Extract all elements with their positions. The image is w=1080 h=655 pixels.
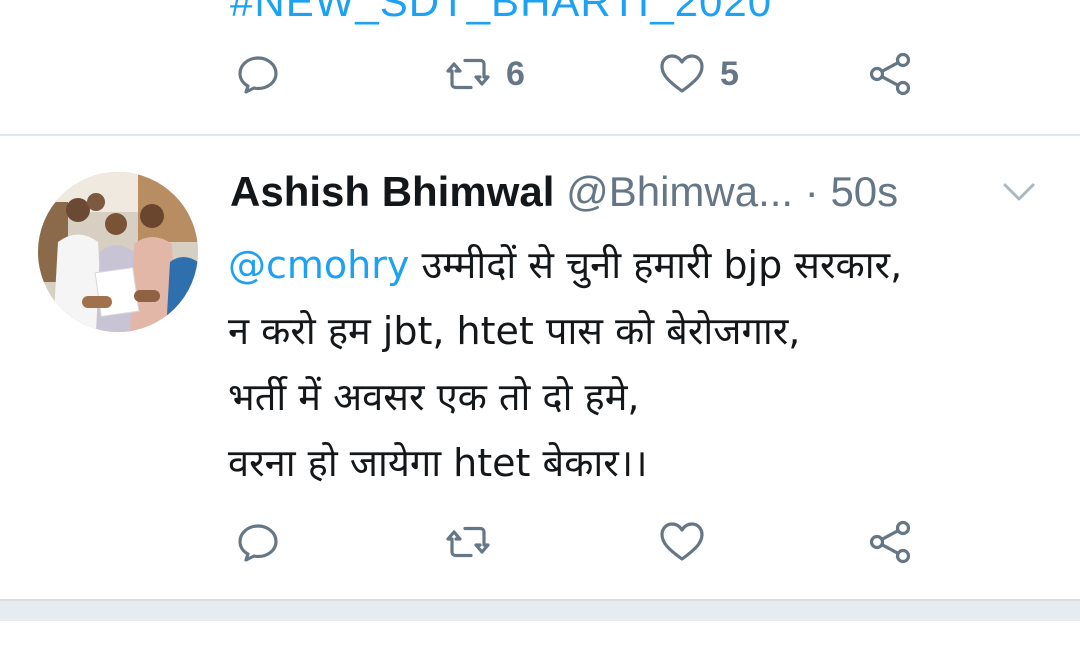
like-count: 5	[720, 54, 739, 93]
heart-icon	[660, 522, 704, 561]
display-name[interactable]: Ashish Bhimwal	[230, 168, 554, 215]
tweet-header: Ashish Bhimwal @Bhimwa... · 50s	[230, 166, 898, 218]
next-tweet-area	[0, 621, 1080, 655]
tweet[interactable]: Ashish Bhimwal @Bhimwa... · 50s @cmohry …	[0, 136, 1080, 600]
tweet-line-3: भर्ती में अवसर एक तो दो हमे,	[228, 375, 640, 419]
retweet-icon	[446, 58, 490, 90]
avatar-photo	[38, 172, 198, 332]
user-handle[interactable]: @Bhimwa...	[566, 168, 793, 215]
like-button[interactable]	[658, 512, 720, 572]
section-separator	[0, 599, 1080, 621]
tweet-text: @cmohry उम्मीदों से चुनी हमारी bjp सरकार…	[228, 232, 1068, 496]
share-button[interactable]	[866, 44, 928, 104]
chevron-down-icon[interactable]	[1002, 180, 1036, 204]
reply-button[interactable]	[234, 512, 296, 572]
like-button[interactable]: 5	[658, 44, 739, 104]
tweet-line-1-text: उम्मीदों से चुनी हमारी bjp सरकार,	[409, 243, 903, 287]
mention-link[interactable]: @cmohry	[228, 243, 409, 287]
previous-tweet-actions: 6 5	[0, 44, 1080, 104]
hashtag-link[interactable]: #NEW_SDT_BHARTI_2020	[230, 0, 772, 26]
avatar[interactable]	[38, 172, 198, 332]
reply-icon	[238, 56, 278, 94]
separator-dot: ·	[804, 168, 819, 215]
timestamp[interactable]: 50s	[830, 168, 898, 215]
share-button[interactable]	[866, 512, 928, 572]
tweet-line-1: @cmohry उम्मीदों से चुनी हमारी bjp सरकार…	[228, 232, 1068, 298]
tweet-line-2: न करो हम jbt, htet पास को बेरोजगार,	[228, 309, 801, 353]
share-icon	[869, 52, 911, 96]
heart-icon	[660, 54, 704, 93]
share-icon	[869, 520, 911, 564]
tweet-actions	[0, 512, 1080, 572]
tweet-line-4: वरना हो जायेगा htet बेकार।।	[228, 441, 648, 485]
reply-icon	[238, 524, 278, 562]
reply-button[interactable]	[234, 44, 296, 104]
retweet-icon	[446, 526, 490, 558]
retweet-count: 6	[506, 54, 525, 93]
retweet-button[interactable]: 6	[444, 44, 525, 104]
previous-tweet: #NEW_SDT_BHARTI_2020 6 5	[0, 0, 1080, 134]
retweet-button[interactable]	[444, 512, 506, 572]
